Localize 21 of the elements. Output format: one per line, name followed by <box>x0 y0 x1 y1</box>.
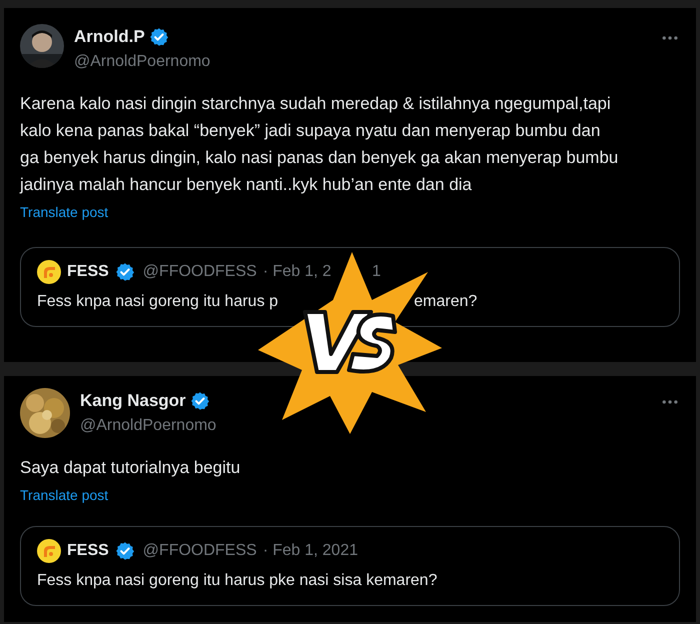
author-handle: @ArnoldPoernomo <box>80 416 218 436</box>
author-handle: @FFOODFESS <box>142 541 257 561</box>
author-name: FESS <box>67 541 109 561</box>
logo-icon <box>37 539 61 563</box>
translate-link[interactable]: Translate post <box>20 485 108 506</box>
translate-link[interactable]: Translate post <box>20 202 108 222</box>
author-name: Arnold.P <box>74 26 145 48</box>
quoted-text: Fess knpa nasi goreng itu harus pke nasi sisa kemaren? <box>37 572 438 589</box>
post-text: Saya dapat tutorialnya begitu <box>20 457 242 479</box>
post-date: 1 <box>372 262 381 282</box>
author-handle: @FFOODFESS <box>142 262 257 282</box>
quoted-text: Fess knpa nasi goreng itu harus p <box>37 292 278 310</box>
author-handle: @ArnoldPoernomo <box>74 52 212 72</box>
post-text: Karena kalo nasi dingin starchnya sudah meredap & istilahnya ngegumpal,tapi kalo kena panas bakal “benyek” jadi supaya nyatu dan menyerap bumbu dan ga benyek harus dingin, kalo nasi panas dan benyek ga akan menyerap bumbu jadinya malah hancur benyek nanti..kyk hub’an ente dan dia <box>20 92 620 196</box>
logo-icon <box>37 260 61 284</box>
quoted-text: emaren? <box>414 292 478 312</box>
quoted-post[interactable]: FESS @FFOODFESS · Feb 1, 2021 Fess knpa nasi goreng itu harus pke nasi sisa kemaren? <box>20 526 680 606</box>
author-name: FESS <box>67 262 109 282</box>
post-date: · Feb 1, 2 <box>262 262 332 282</box>
post-date: · Feb 1, 2021 <box>262 541 358 561</box>
author-name: Kang Nasgor <box>80 390 186 412</box>
